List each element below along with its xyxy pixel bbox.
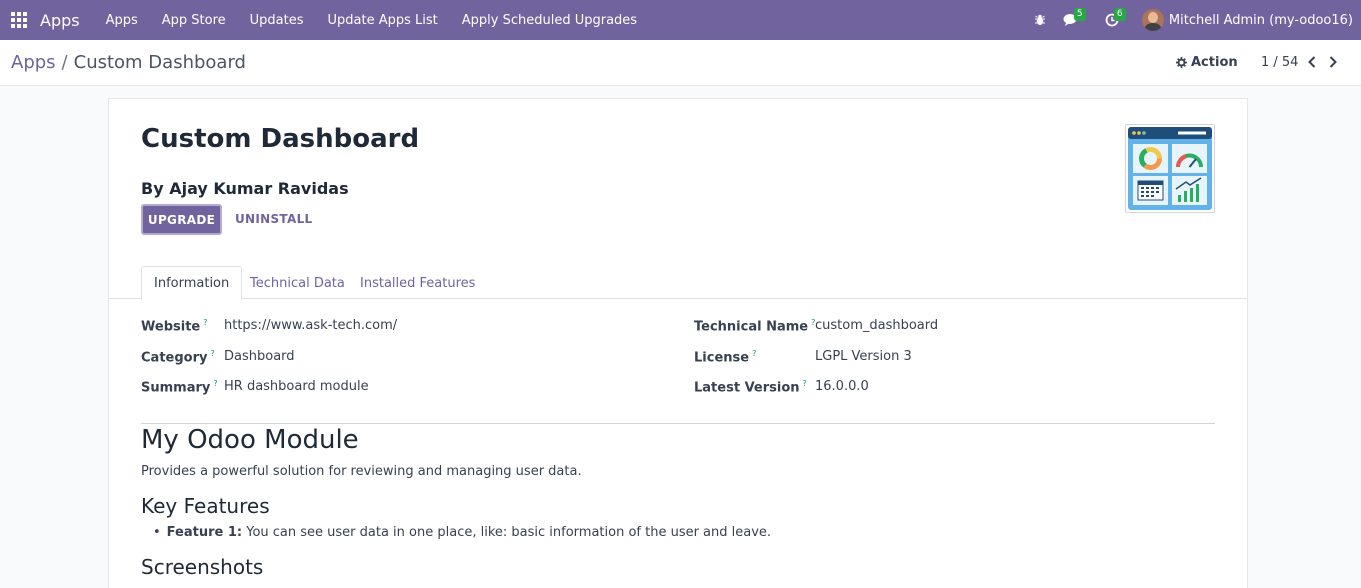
- user-avatar[interactable]: [1141, 9, 1164, 31]
- menu-apply-scheduled-upgrades[interactable]: Apply Scheduled Upgrades: [450, 0, 649, 40]
- description-divider: [141, 423, 1215, 424]
- user-menu[interactable]: Mitchell Admin (my-odoo16): [1169, 13, 1353, 28]
- technical-name-label: Technical Name?: [694, 318, 816, 335]
- help-tooltip-icon[interactable]: ?: [213, 379, 217, 388]
- breadcrumb-apps-link[interactable]: Apps: [11, 52, 56, 73]
- pager-previous-button[interactable]: [1305, 53, 1319, 71]
- chevron-left-icon: [1308, 56, 1316, 68]
- activities-clock-icon[interactable]: 6: [1100, 0, 1126, 40]
- notebook-tabs: Information Technical Data Installed Fea…: [109, 266, 1247, 300]
- help-tooltip-icon[interactable]: ?: [803, 379, 807, 388]
- latest-version-label: Latest Version?: [694, 379, 807, 396]
- control-panel: Apps / Custom Dashboard Action 1 / 54: [0, 40, 1361, 86]
- upgrade-button[interactable]: UPGRADE: [141, 204, 222, 235]
- breadcrumb-current: Custom Dashboard: [73, 52, 246, 73]
- feature-list-item: • Feature 1: You can see user data in one…: [153, 525, 772, 540]
- breadcrumb-separator: /: [61, 52, 68, 73]
- module-author: By Ajay Kumar Ravidas: [141, 179, 349, 198]
- module-title: Custom Dashboard: [141, 124, 420, 154]
- app-brand[interactable]: Apps: [40, 11, 80, 30]
- website-label: Website?: [141, 318, 208, 335]
- category-label: Category?: [141, 349, 215, 366]
- form-sheet: Custom Dashboard By Ajay Kumar Ravidas U…: [108, 98, 1248, 588]
- apps-menu-icon[interactable]: [0, 0, 38, 40]
- menu-update-apps-list[interactable]: Update Apps List: [316, 0, 450, 40]
- breadcrumb: Apps / Custom Dashboard: [11, 52, 246, 73]
- description-intro: Provides a powerful solution for reviewi…: [141, 464, 582, 479]
- tab-technical-data[interactable]: Technical Data: [238, 266, 357, 300]
- uninstall-button[interactable]: UNINSTALL: [235, 212, 312, 226]
- license-label: License?: [694, 349, 757, 366]
- messages-badge: 5: [1073, 8, 1086, 21]
- summary-label: Summary?: [141, 379, 218, 396]
- top-navbar: Apps Apps App Store Updates Update Apps …: [0, 0, 1361, 40]
- help-tooltip-icon[interactable]: ?: [752, 349, 756, 358]
- activities-badge: 6: [1113, 8, 1126, 21]
- help-tooltip-icon[interactable]: ?: [210, 349, 214, 358]
- messages-icon[interactable]: 5: [1060, 0, 1086, 40]
- action-label: Action: [1191, 55, 1238, 70]
- license-value: LGPL Version 3: [815, 349, 912, 364]
- screenshots-heading: Screenshots: [141, 555, 264, 579]
- menu-apps[interactable]: Apps: [94, 0, 150, 40]
- pager-value[interactable]: 1 / 54: [1261, 55, 1298, 70]
- feature1-text: You can see user data in one place, like…: [242, 525, 772, 540]
- gear-icon: [1176, 57, 1187, 68]
- technical-name-value: custom_dashboard: [815, 318, 939, 333]
- category-value: Dashboard: [224, 349, 295, 364]
- website-link[interactable]: https://www.ask-tech.com/: [224, 318, 397, 333]
- menu-app-store[interactable]: App Store: [150, 0, 238, 40]
- menu-updates[interactable]: Updates: [238, 0, 316, 40]
- debug-bug-icon[interactable]: [1028, 0, 1052, 40]
- chevron-right-icon: [1329, 56, 1337, 68]
- feature1-title: Feature 1:: [166, 525, 243, 540]
- tab-information[interactable]: Information: [141, 266, 243, 300]
- summary-value: HR dashboard module: [224, 379, 369, 394]
- help-tooltip-icon[interactable]: ?: [203, 318, 207, 327]
- module-dashboard-icon: [1125, 124, 1215, 213]
- latest-version-value: 16.0.0.0: [815, 379, 869, 394]
- description-heading: My Odoo Module: [141, 425, 359, 455]
- pager-next-button[interactable]: [1326, 53, 1340, 71]
- tab-installed-features[interactable]: Installed Features: [348, 266, 487, 300]
- features-heading: Key Features: [141, 494, 270, 518]
- action-button[interactable]: Action: [1176, 55, 1238, 70]
